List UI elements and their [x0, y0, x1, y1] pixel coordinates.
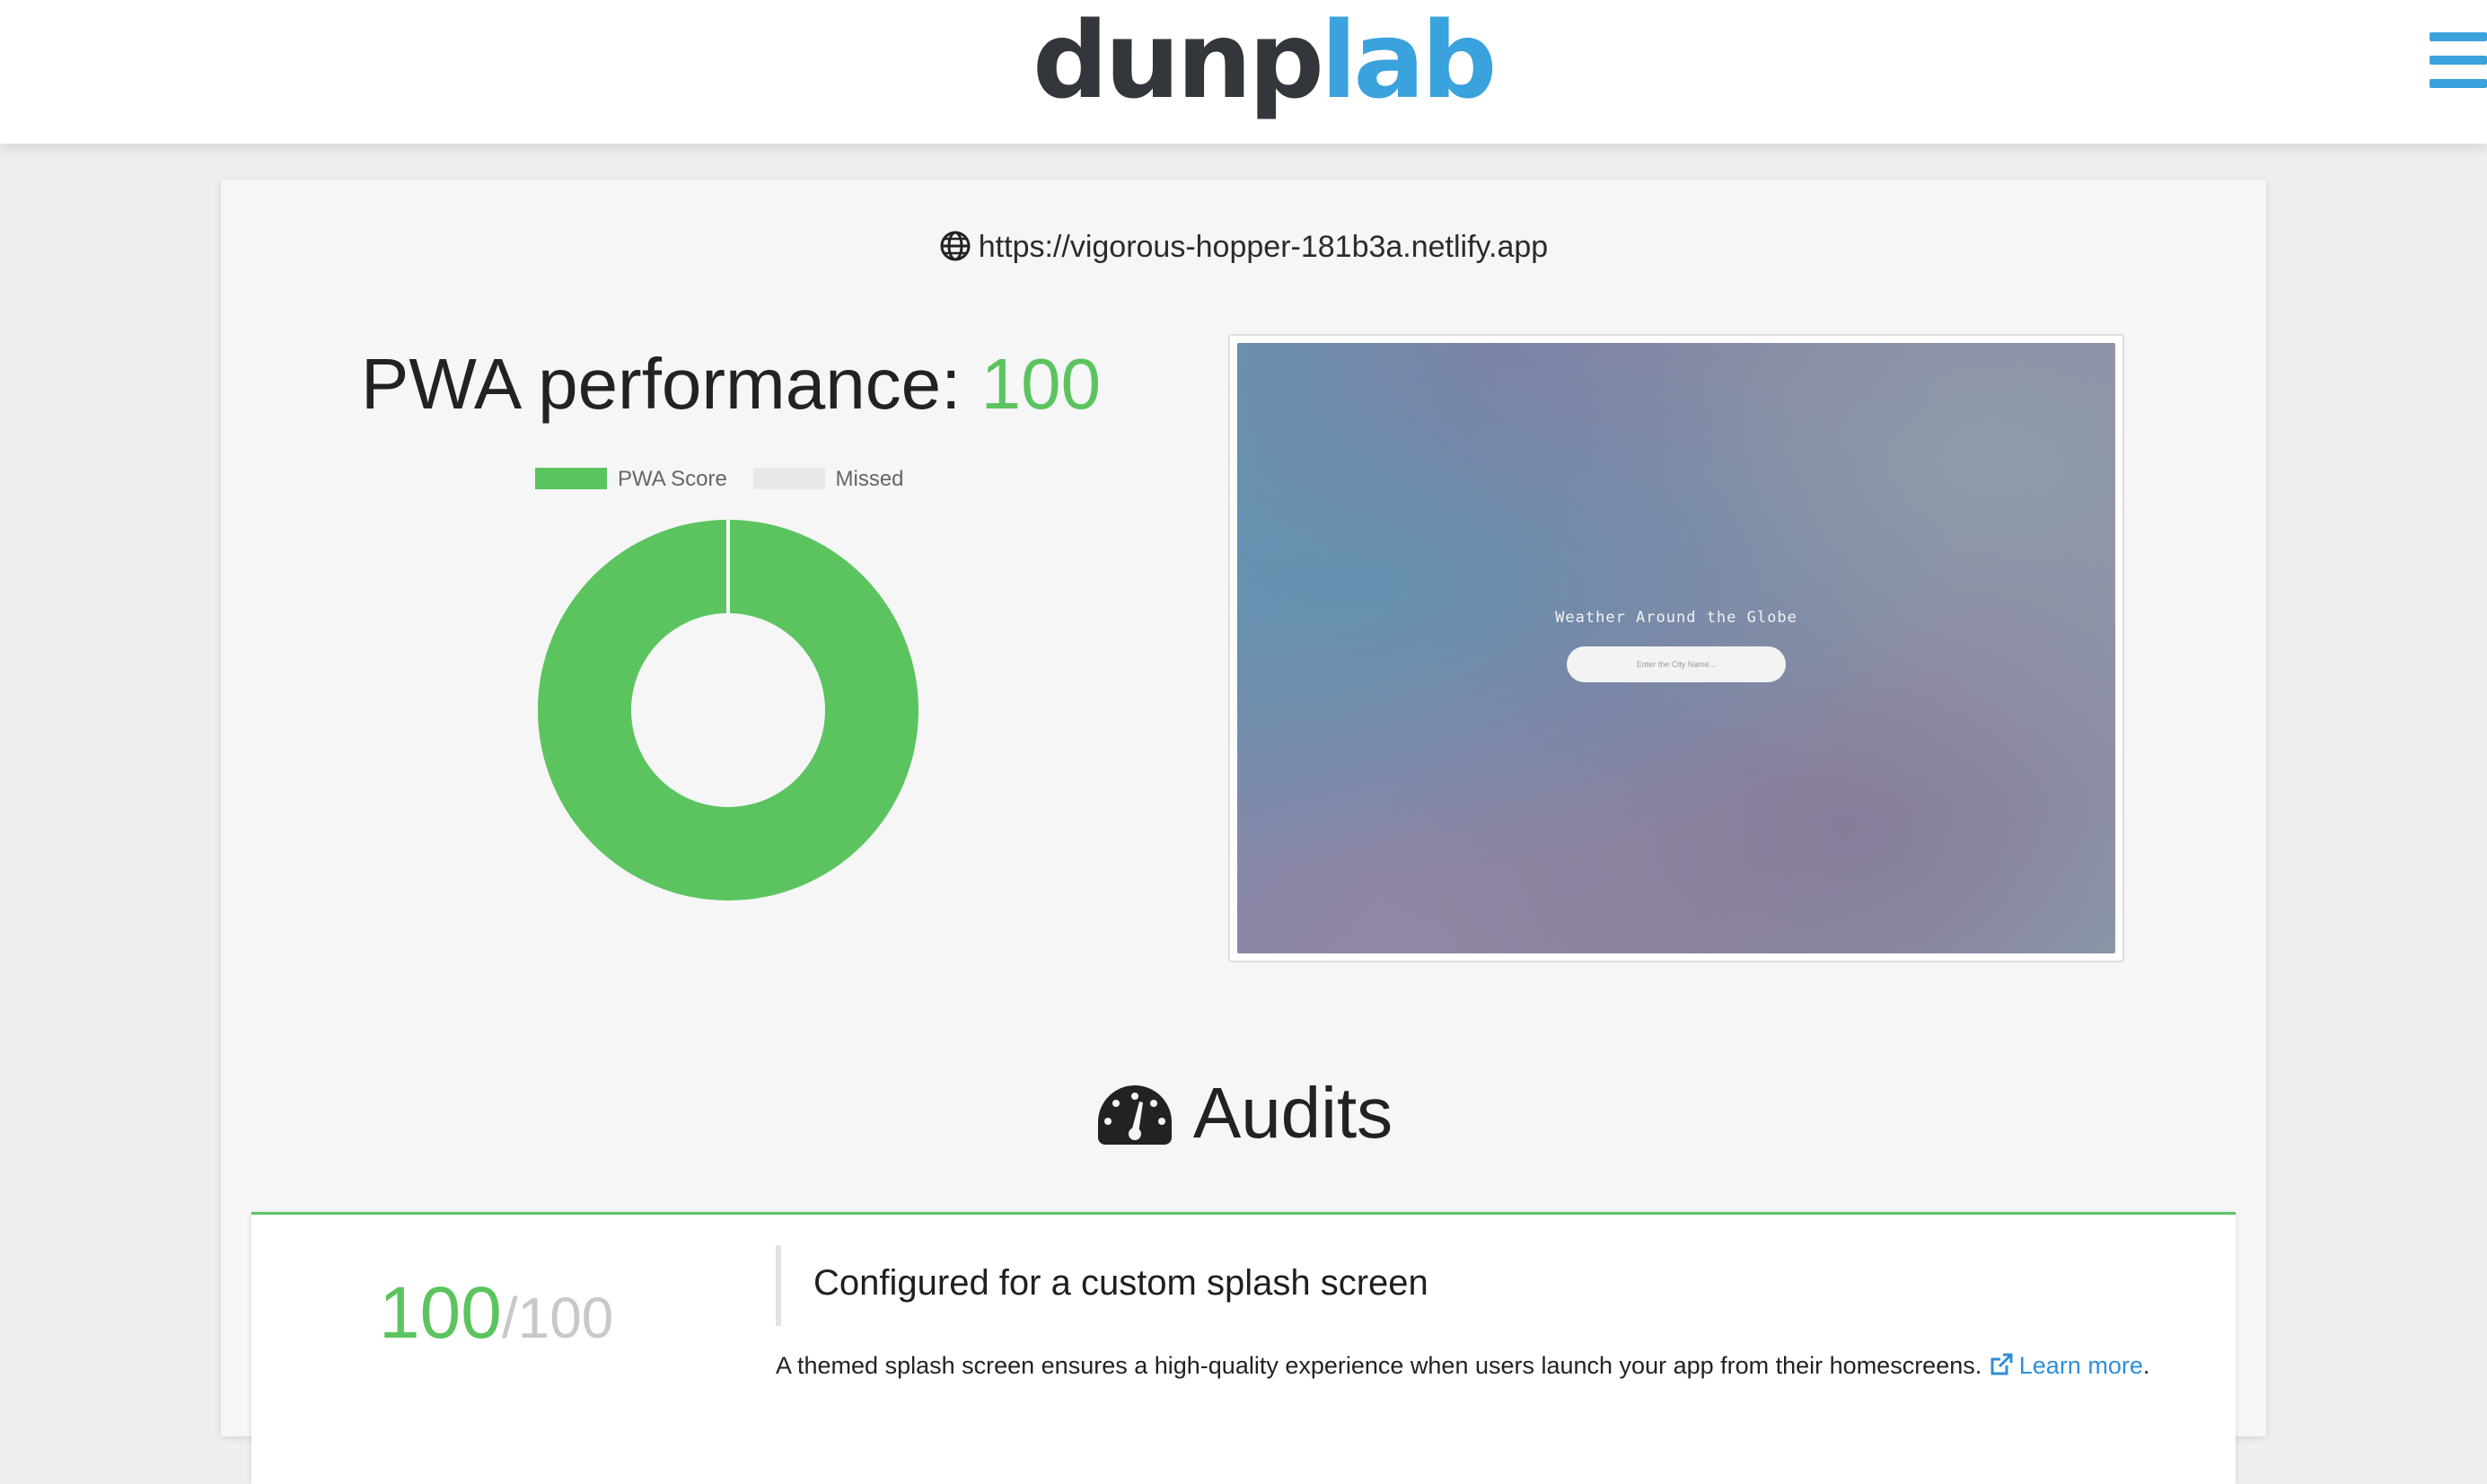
audits-heading: Audits: [221, 1068, 2266, 1158]
performance-heading: PWA performance: 100: [361, 339, 1101, 429]
audit-divider: [776, 1245, 781, 1326]
hamburger-menu-icon[interactable]: [2430, 32, 2487, 88]
external-link-icon: [1990, 1353, 2013, 1375]
audits-title: Audits: [1192, 1073, 1393, 1153]
globe-icon: [940, 231, 971, 261]
top-navbar: dunplab: [0, 0, 2487, 144]
audit-item: 100/100 Configured for a custom splash s…: [251, 1212, 2236, 1484]
site-screenshot-frame: Weather Around the Globe Enter the City …: [1228, 334, 2124, 962]
logo-text-blue: lab: [1320, 0, 1498, 122]
speedometer-icon: [1097, 1085, 1172, 1145]
logo-text-dark: dunp: [1033, 0, 1324, 122]
dunplab-logo[interactable]: dunplab: [1033, 7, 1497, 115]
legend-swatch-missed: [752, 468, 825, 489]
audit-description: A themed splash screen ensures a high-qu…: [776, 1349, 2149, 1382]
tested-url: https://vigorous-hopper-181b3a.netlify.a…: [221, 226, 2266, 268]
donut-chart-svg: [538, 519, 918, 901]
audit-score-value: 100: [379, 1272, 502, 1354]
legend-swatch-pwa-score: [535, 468, 607, 489]
audit-description-trailing: .: [2142, 1352, 2150, 1379]
audit-score: 100/100: [379, 1269, 675, 1358]
audit-score-max: /100: [501, 1286, 614, 1350]
pwa-donut-chart: [535, 517, 921, 903]
performance-score: 100: [980, 344, 1102, 424]
chart-legend: PWA Score Missed: [535, 467, 924, 492]
audit-description-text: A themed splash screen ensures a high-qu…: [776, 1352, 1982, 1379]
screenshot-site-title: Weather Around the Globe: [1555, 609, 1797, 627]
site-screenshot: Weather Around the Globe Enter the City …: [1237, 343, 2115, 953]
legend-item-missed[interactable]: Missed: [752, 467, 904, 492]
url-text: https://vigorous-hopper-181b3a.netlify.a…: [978, 230, 1549, 264]
legend-item-pwa-score[interactable]: PWA Score: [535, 467, 727, 492]
screenshot-city-input: Enter the City Name...: [1567, 646, 1786, 682]
legend-label-pwa-score: PWA Score: [618, 467, 727, 491]
audit-title: Configured for a custom splash screen: [813, 1263, 1428, 1303]
learn-more-text: Learn more: [2018, 1352, 2143, 1379]
learn-more-link[interactable]: Learn more: [1989, 1352, 2143, 1379]
report-card: https://vigorous-hopper-181b3a.netlify.a…: [221, 180, 2266, 1484]
performance-label: PWA performance:: [361, 344, 981, 424]
legend-label-missed: Missed: [835, 467, 904, 491]
